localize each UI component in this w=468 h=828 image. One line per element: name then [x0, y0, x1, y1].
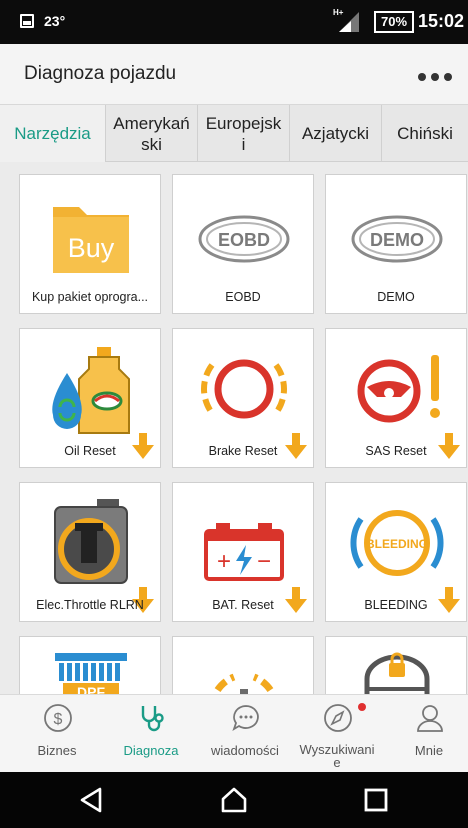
more-options-icon[interactable]	[418, 73, 452, 81]
page-title: Diagnoza pojazdu	[24, 63, 177, 84]
tpms-gear-icon	[211, 673, 277, 694]
compass-icon	[324, 704, 352, 732]
svg-text:$: $	[54, 711, 63, 728]
temperature-readout: 23°	[44, 13, 66, 29]
dpf-card[interactable]: DPF	[19, 636, 161, 694]
bleeding-icon: BLEEDING	[350, 510, 444, 576]
nav-label: Wyszukiwani e	[299, 742, 375, 770]
status-bar: 23° H+ 70% 15:02	[0, 0, 468, 44]
nav-label: wiadomości	[211, 743, 279, 758]
nav-wiadomosci[interactable]: wiadomości	[198, 695, 292, 773]
demo-badge-icon: DEMO	[351, 215, 443, 263]
nav-diagnoza[interactable]: Diagnoza	[104, 695, 198, 773]
throttle-body-icon	[54, 499, 128, 584]
back-icon[interactable]	[78, 786, 106, 814]
card-label: Oil Reset	[64, 444, 116, 458]
tab-narzedzia[interactable]: Narzędzia	[0, 105, 106, 162]
nav-mnie[interactable]: Mnie	[382, 695, 468, 773]
category-tabs: Narzędzia Amerykań ski Europejsk i Azjat…	[0, 104, 468, 162]
clock: 15:02	[418, 11, 465, 31]
bottom-navigation: $ Biznes Diagnoza wiadomości Wyszukiwani…	[0, 694, 468, 772]
bleeding-card[interactable]: BLEEDING BLEEDING	[325, 482, 467, 622]
stethoscope-icon	[141, 706, 164, 732]
signal-icon	[339, 12, 359, 32]
battery-reset-icon: + −	[204, 523, 284, 581]
oil-reset-card[interactable]: Oil Reset	[19, 328, 161, 468]
function-grid: Buy Kup pakiet oprogra... EOBD EOBD DEMO…	[0, 162, 468, 694]
person-icon	[417, 705, 443, 732]
demo-badge-text: DEMO	[370, 230, 424, 250]
app-header: Diagnoza pojazdu	[0, 44, 468, 104]
brake-reset-card[interactable]: Brake Reset	[172, 328, 314, 468]
card-label: BLEEDING	[364, 598, 428, 612]
tab-azjatycki[interactable]: Azjatycki	[290, 105, 382, 162]
steering-warning-icon	[357, 355, 440, 423]
card-label: DEMO	[377, 290, 415, 304]
dpf-icon: DPF	[55, 653, 127, 694]
card-label: Kup pakiet oprogra...	[31, 290, 149, 304]
card-label: Elec.Throttle RLRN	[36, 598, 144, 612]
demo-card[interactable]: DEMO DEMO	[325, 174, 467, 314]
dollar-icon: $	[44, 704, 72, 732]
tab-amerykanski[interactable]: Amerykań ski	[106, 105, 198, 162]
svg-text:+: +	[217, 548, 231, 575]
eobd-badge-text: EOBD	[218, 230, 270, 250]
card-label: Brake Reset	[208, 444, 278, 458]
sas-reset-card[interactable]: SAS Reset	[325, 328, 467, 468]
system-navigation-bar	[0, 772, 468, 828]
buy-badge-text: Buy	[68, 233, 115, 263]
nav-label: Biznes	[37, 743, 77, 758]
immobilizer-card[interactable]	[325, 636, 467, 694]
card-label: BAT. Reset	[212, 598, 274, 612]
chat-bubble-icon	[232, 705, 259, 732]
nav-label: Mnie	[414, 743, 444, 758]
gallery-notification-icon	[20, 14, 34, 28]
brake-reset-icon	[201, 359, 287, 419]
nav-biznes[interactable]: $ Biznes	[10, 695, 104, 773]
buy-software-card[interactable]: Buy Kup pakiet oprogra...	[19, 174, 161, 314]
tab-chinski[interactable]: Chiński	[382, 105, 468, 162]
battery-indicator: 70%	[374, 11, 414, 33]
buy-folder-icon: Buy	[53, 207, 129, 273]
card-label: EOBD	[225, 290, 261, 304]
eobd-badge-icon: EOBD	[198, 215, 290, 263]
bleeding-badge-text: BLEEDING	[366, 537, 428, 551]
eobd-card[interactable]: EOBD EOBD	[172, 174, 314, 314]
card-label: SAS Reset	[365, 444, 427, 458]
home-icon[interactable]	[220, 786, 248, 814]
immobilizer-icon	[364, 652, 430, 694]
tpms-card[interactable]	[172, 636, 314, 694]
nav-wyszukiwanie[interactable]: Wyszukiwani e	[290, 695, 384, 773]
oil-reset-icon	[52, 347, 130, 434]
battery-reset-card[interactable]: + − BAT. Reset	[172, 482, 314, 622]
dpf-badge-text: DPF	[77, 684, 105, 694]
notification-dot	[358, 703, 366, 711]
throttle-card[interactable]: Elec.Throttle RLRN	[19, 482, 161, 622]
recents-icon[interactable]	[362, 786, 390, 814]
tab-europejski[interactable]: Europejsk i	[198, 105, 290, 162]
nav-label: Diagnoza	[123, 743, 179, 758]
svg-text:−: −	[257, 548, 271, 575]
